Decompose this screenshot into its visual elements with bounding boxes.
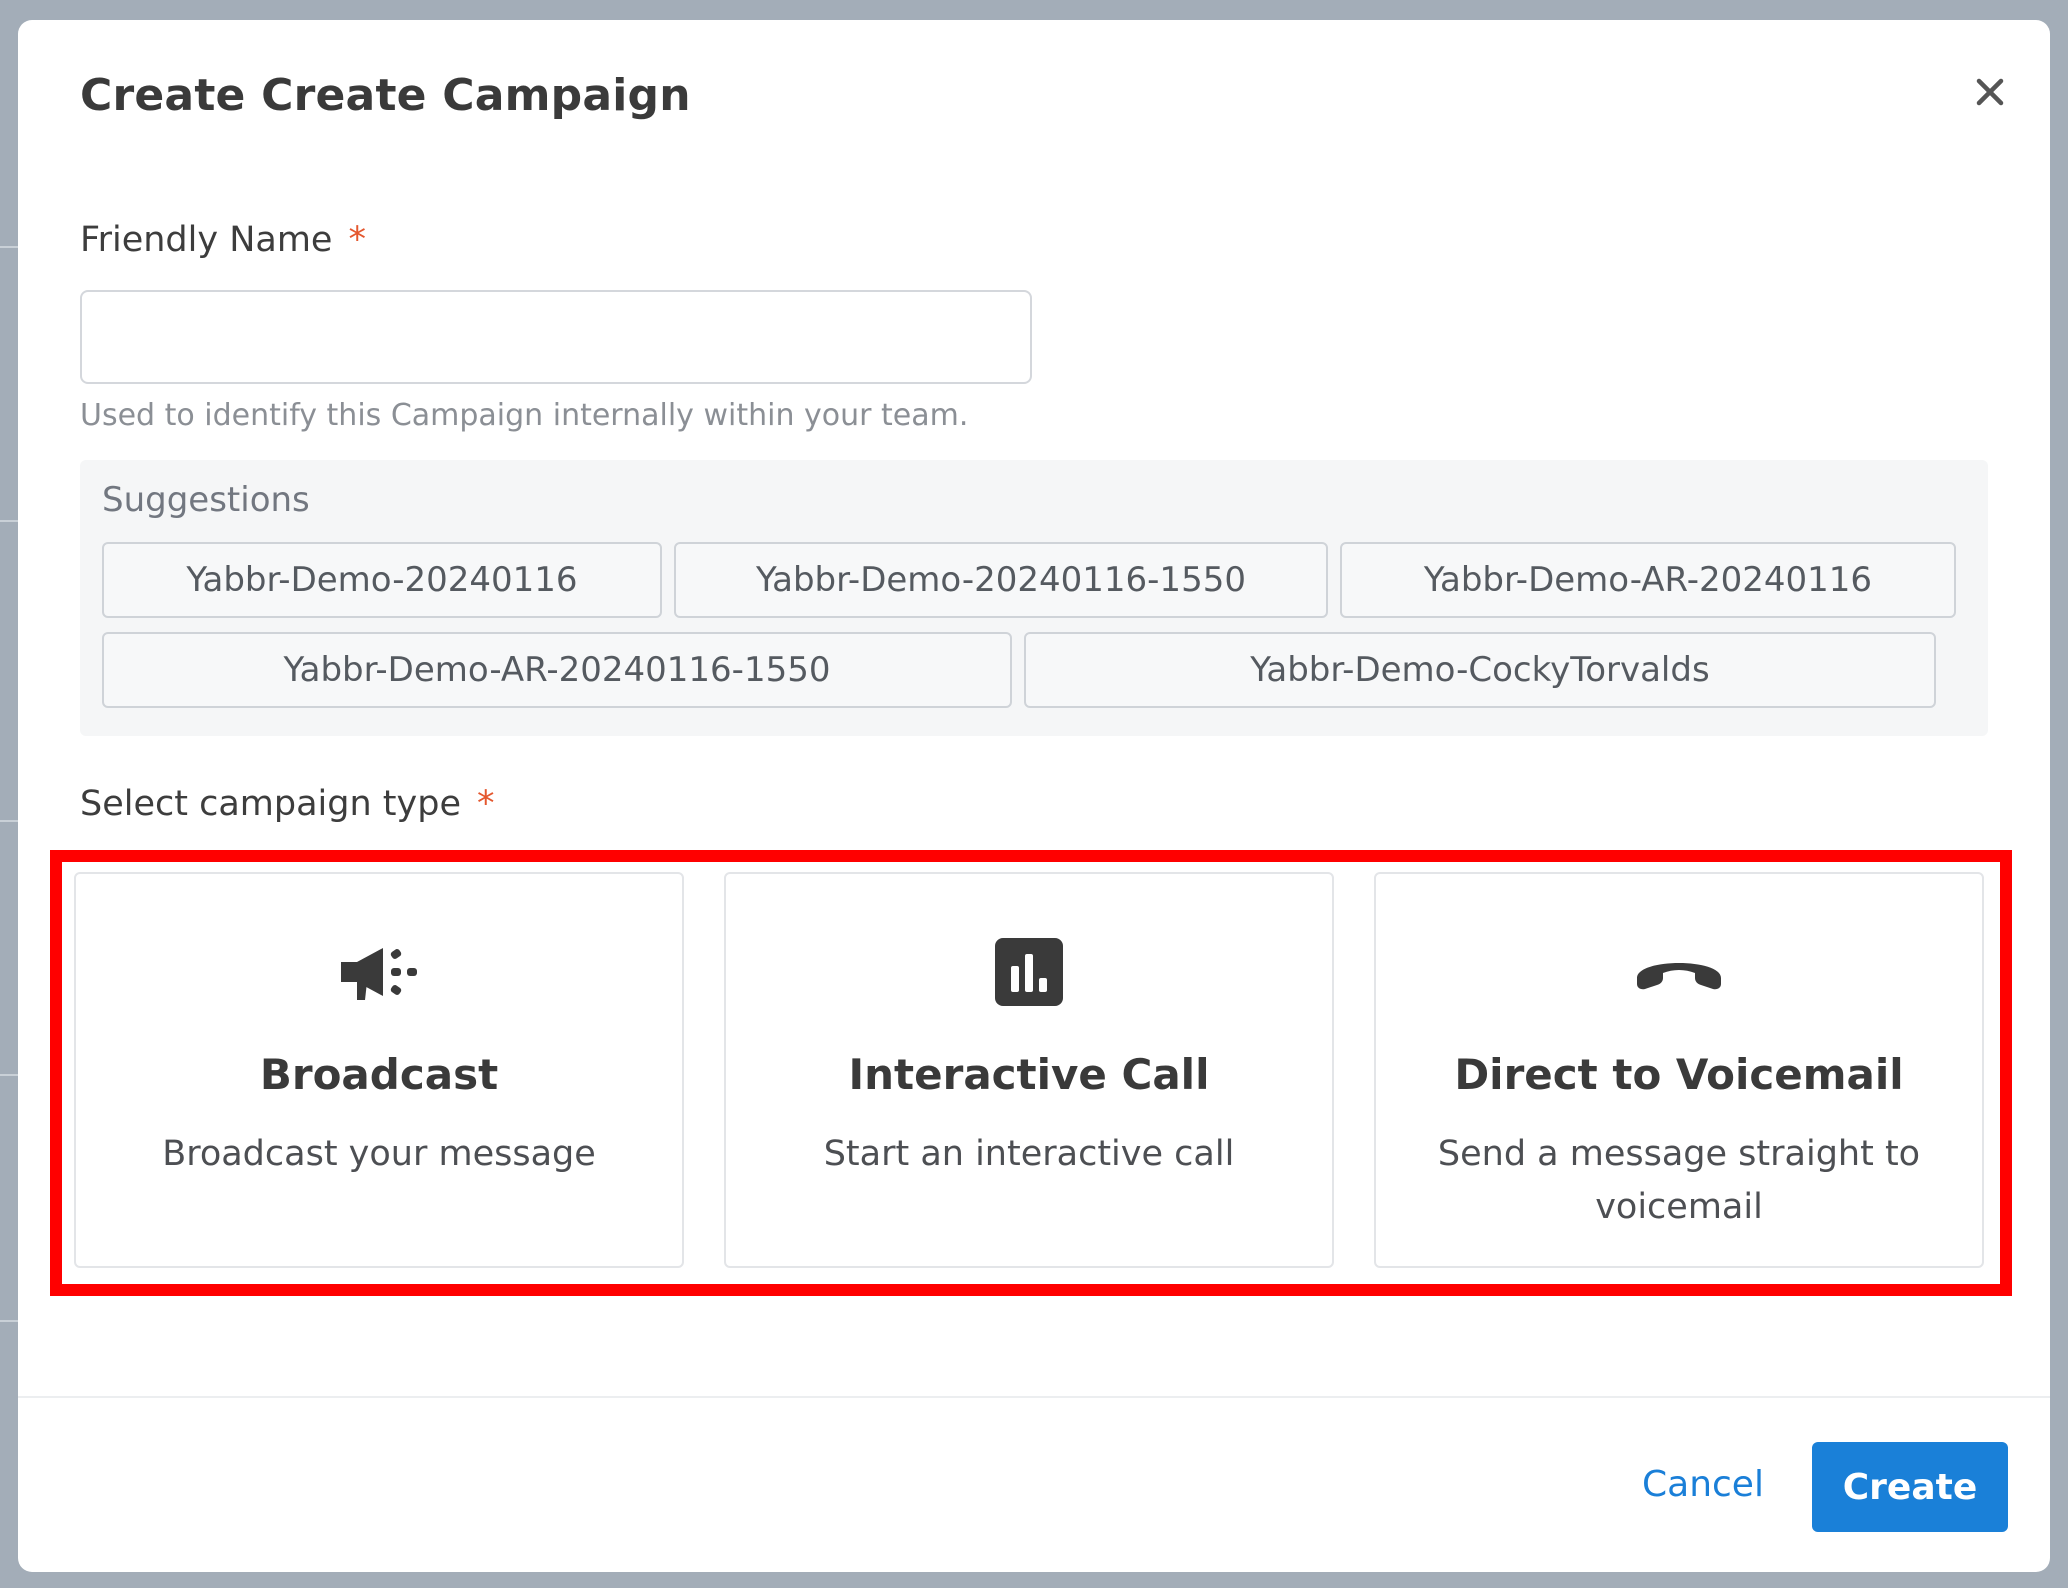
megaphone-icon (76, 934, 682, 1010)
background-divider (0, 520, 20, 522)
phone-hangup-icon (1376, 934, 1982, 1010)
suggestion-chip[interactable]: Yabbr-Demo-AR-20240116-1550 (102, 632, 1012, 708)
cancel-button[interactable]: Cancel (1636, 1444, 1770, 1524)
suggestion-chip[interactable]: Yabbr-Demo-20240116 (102, 542, 662, 618)
campaign-type-label: Select campaign type * (80, 784, 494, 824)
campaign-type-interactive-call[interactable]: Interactive Call Start an interactive ca… (724, 872, 1334, 1268)
close-icon (1976, 78, 2004, 106)
card-description: Start an interactive call (823, 1134, 1235, 1174)
friendly-name-help-text: Used to identify this Campaign internall… (80, 398, 969, 433)
dialog-title: Create Create Campaign (80, 70, 691, 121)
suggestions-panel: Suggestions Yabbr-Demo-20240116 Yabbr-De… (80, 460, 1988, 736)
card-description: Broadcast your message (162, 1134, 596, 1174)
background-divider (0, 246, 20, 248)
card-description: Send a message straight to voicemail (1437, 1134, 1921, 1227)
card-title: Broadcast (259, 1050, 499, 1099)
footer-divider (18, 1396, 2050, 1398)
campaign-type-label-text: Select campaign type (80, 784, 461, 824)
campaign-type-direct-to-voicemail[interactable]: Direct to Voicemail Send a message strai… (1374, 872, 1984, 1268)
close-button[interactable] (1966, 68, 2014, 116)
friendly-name-input[interactable] (80, 290, 1032, 384)
suggestions-title: Suggestions (102, 480, 310, 520)
background-divider (0, 1320, 20, 1322)
campaign-type-broadcast[interactable]: Broadcast Broadcast your message (74, 872, 684, 1268)
required-marker: * (348, 220, 366, 260)
required-marker: * (476, 784, 495, 824)
suggestion-chip[interactable]: Yabbr-Demo-AR-20240116 (1340, 542, 1956, 618)
friendly-name-label-text: Friendly Name (80, 220, 333, 260)
background-divider (0, 820, 20, 822)
card-title: Direct to Voicemail (1454, 1050, 1904, 1099)
background-divider (0, 1074, 20, 1076)
bar-chart-icon (726, 934, 1332, 1010)
card-title: Interactive Call (848, 1050, 1210, 1099)
suggestion-chip[interactable]: Yabbr-Demo-20240116-1550 (674, 542, 1328, 618)
friendly-name-label: Friendly Name * (80, 220, 366, 260)
create-button[interactable]: Create (1812, 1442, 2008, 1532)
create-campaign-dialog: Create Create Campaign Friendly Name * Us… (18, 20, 2050, 1572)
suggestion-chip[interactable]: Yabbr-Demo-CockyTorvalds (1024, 632, 1936, 708)
